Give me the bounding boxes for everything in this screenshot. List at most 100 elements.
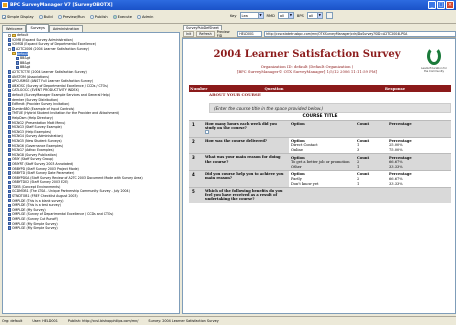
left-tabs: Welcome Surveys Administration — [0, 24, 182, 32]
checkbox-icon: ✓ — [2, 14, 7, 20]
tree-item-label: OMPLGE (My Simple Survey) — [12, 226, 58, 231]
document-icon — [8, 148, 11, 152]
document-icon — [8, 157, 11, 162]
tree-item-label: Dumkn680 (Example of Input Controls) — [12, 106, 75, 111]
right-panel: SurveyPubDefSheet Init Refresh Preview F… — [182, 24, 456, 314]
response-cell-value: 2 — [357, 160, 360, 165]
document-icon — [8, 42, 11, 47]
response-cell: Option Count Percentage Direct Contact 1 25.0… — [289, 138, 451, 154]
bps-select[interactable]: all ▼ — [306, 12, 323, 19]
response-cell-value: To get a better job or promotion — [291, 160, 350, 165]
response-table: Option Count Percentage Direct Contact 1 25.0… — [291, 139, 449, 153]
response-cell-value: Count — [357, 138, 370, 143]
response-cell-value: 1 — [357, 181, 360, 186]
response-cell-value: Percentage — [389, 122, 412, 127]
document-icon — [8, 125, 11, 129]
tree-item-label: STNDTOB1 (FREF Checklist August 2003) — [12, 194, 78, 199]
doc-title: 2004 Learner Satisfaction Survey — [213, 49, 401, 60]
refresh-button[interactable]: Refresh — [196, 30, 215, 37]
tab-welcome[interactable]: Welcome — [2, 25, 27, 32]
tree-item-label: OMPLGE (My Simple Survey) — [12, 221, 58, 226]
tree-item-label: OMPLGE (Survey Cut Runoff) — [12, 217, 58, 222]
tab-administration[interactable]: Administration — [48, 25, 84, 32]
response-cell-value: Option — [291, 138, 305, 143]
document-icon — [8, 175, 11, 180]
url-input[interactable]: http://ccscstatetrusbpc.com/mn/OTXSurvey… — [264, 30, 456, 37]
preview-bar: Init Refresh Preview FID HELD001 http://… — [182, 30, 456, 38]
document-icon — [8, 79, 11, 83]
document-icon — [8, 221, 11, 226]
document-icon — [8, 111, 11, 116]
question-number: 5 — [189, 187, 203, 203]
answer-input[interactable] — [205, 130, 209, 135]
response-cell-value: Percentage — [389, 172, 412, 177]
document-icon — [8, 166, 11, 171]
response-cell-value: Count — [357, 172, 370, 177]
mode-execute[interactable]: Execute — [112, 14, 132, 19]
document-icon — [8, 120, 11, 125]
logo-ring-icon — [427, 47, 441, 65]
rmd-select[interactable]: all ▼ — [277, 12, 294, 19]
init-button[interactable]: Init — [183, 30, 195, 37]
document-icon — [16, 61, 19, 65]
tree-item-label: OMPLGE (Survey of Departmental Excellenc… — [12, 212, 114, 217]
tree-item-label: GCDMOB1 (The LTSA - Unique Partnership C… — [12, 189, 130, 194]
response-cell-value: 1 — [357, 164, 360, 169]
document-icon — [8, 212, 11, 217]
document-icon — [8, 208, 11, 212]
response-cell-value: 3 — [357, 147, 360, 152]
response-cell: Option Count Percentage Partly 2 66.67% Don't … — [289, 171, 451, 187]
expand-toggle-icon[interactable]: - — [8, 33, 11, 37]
radio-icon — [38, 14, 43, 19]
simple-display-checkbox[interactable]: ✓ Simple Display — [2, 14, 34, 20]
instruction-text: (Enter the course title in the space pro… — [209, 103, 451, 113]
tree-item[interactable]: OMPLGE (My Simple Survey) — [3, 226, 179, 231]
key-select[interactable]: Lea ▼ — [239, 12, 264, 19]
document-icon — [8, 198, 11, 203]
document-icon — [8, 217, 11, 221]
status-user: User: HELD001 — [32, 319, 58, 323]
response-cell-value: Percentage — [389, 138, 412, 143]
mode-admin[interactable]: Admin — [136, 14, 153, 19]
document-icon — [8, 189, 11, 194]
close-icon[interactable]: × — [446, 1, 454, 9]
radio-icon — [89, 14, 94, 19]
document-icon — [8, 203, 11, 208]
tree-item-label: CATLGOCC (EVENT PRODUCTIVITY INDEX) — [12, 88, 79, 93]
question-label: How many hours each week did you study o… — [205, 122, 277, 131]
org-logo: Leads Education for the Community — [419, 45, 449, 79]
maximize-icon[interactable]: □ — [437, 1, 445, 9]
mode-preview-run[interactable]: Preview/Run — [57, 14, 85, 19]
expand-toggle-icon[interactable]: - — [8, 47, 11, 51]
tree-item-label: MCNG6 (Governance Examples) — [12, 143, 64, 148]
minimize-icon[interactable]: _ — [428, 1, 436, 9]
status-survey: Survey: 2004 Learner Satisfaction Survey — [148, 319, 219, 323]
tree-item-label: HelpDsm (Help Directory) — [12, 115, 53, 120]
tree-item-label: default — [17, 33, 29, 38]
mode-publish[interactable]: Publish — [89, 14, 108, 19]
response-table: Option Count Percentage Partly 2 66.67% Don't … — [291, 172, 449, 186]
tree-item-label: OBIYRT (Staff Survey 2003 Annotated) — [12, 161, 74, 166]
tab-surveys[interactable]: Surveys — [26, 24, 49, 32]
radio-icon — [57, 14, 62, 19]
go-button[interactable] — [325, 12, 333, 19]
response-cell: Option Count Percentage — [289, 121, 451, 137]
question-number: 2 — [189, 137, 203, 154]
preview-fid-label: Preview FID — [216, 29, 230, 38]
fid-input[interactable]: HELD001 — [237, 30, 263, 37]
response-cell-value: 66.67% — [389, 176, 403, 181]
doc-meta: [BPC SurveyManager© OTX SurveyManager] 1… — [236, 69, 378, 74]
question-number: 3 — [189, 154, 203, 171]
document-icon — [8, 84, 11, 88]
question-text: Which of the following benefits do you f… — [203, 187, 289, 203]
tree-item-label: default (SurveyManager Example Services … — [12, 93, 110, 98]
mode-build[interactable]: Build — [38, 14, 53, 19]
response-cell-value: 33.33% — [389, 164, 403, 169]
response-cell-value: 75.00% — [389, 147, 403, 152]
document-icon — [8, 130, 11, 134]
survey-tree[interactable]: - default V2MB (Expand Survey Administrati… — [2, 32, 180, 314]
response-cell-value: 1 — [357, 143, 360, 148]
tree-item-label: TDEB (Concept Environments) — [12, 184, 61, 189]
tree-item-label: MCNG8 (Survey Publication) — [12, 152, 57, 157]
response-row: Don't know yet 1 33.33% — [291, 181, 449, 186]
